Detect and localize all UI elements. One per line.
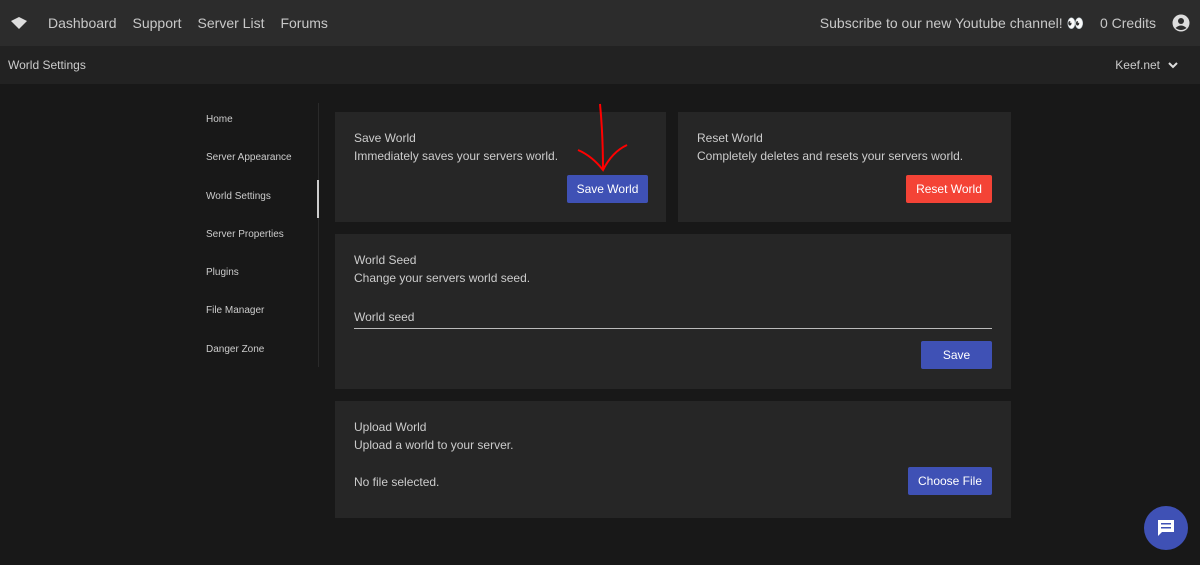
red-arrow-annotation <box>577 103 628 172</box>
chat-icon <box>1158 520 1174 536</box>
chat-button[interactable] <box>1144 506 1188 550</box>
